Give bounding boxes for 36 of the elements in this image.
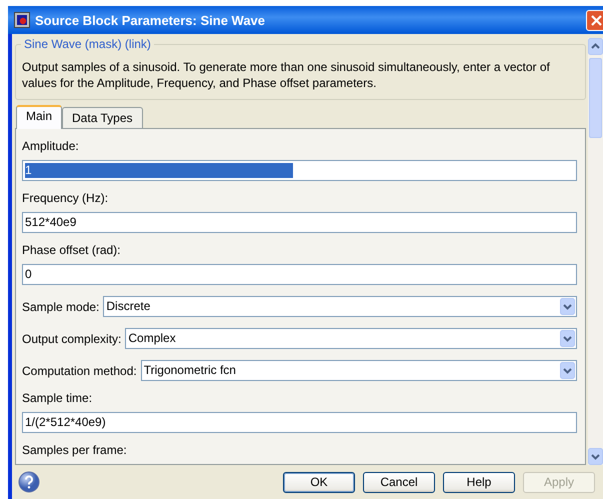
input-field[interactable]: 1 [22, 160, 577, 181]
field-label: Frequency (Hz): [22, 191, 110, 205]
selected-text: 1 [25, 163, 293, 178]
scroll-thumb[interactable] [589, 58, 602, 138]
field-label: Sample time: [22, 391, 94, 405]
field-label: Amplitude: [22, 139, 80, 153]
input-field[interactable]: 0 [22, 264, 577, 285]
dropdown-value: Trigonometric fcn [144, 363, 237, 378]
scroll-up-icon[interactable] [588, 38, 603, 55]
dialog-button[interactable]: Cancel [363, 472, 435, 492]
dropdown[interactable]: Discrete [103, 296, 577, 317]
dropdown[interactable]: Trigonometric fcn [140, 360, 577, 381]
field-label: Phase offset (rad): [22, 243, 122, 257]
tab[interactable]: Main [16, 105, 62, 129]
input-field[interactable]: 512*40e9 [22, 212, 577, 233]
field-value: 0 [25, 267, 32, 282]
description: Output samples of a sinusoid. To generate more than one sinusoid simultaneously, enter a vector of values for the Amplitude, Frequency, and Phase offset parameters. [22, 59, 551, 91]
dialog-button[interactable]: Help [443, 472, 515, 492]
dialog-button[interactable]: OK [283, 472, 355, 492]
field-value: 1/(2*512*40e9) [25, 415, 106, 430]
tab[interactable]: Data Types [62, 107, 142, 128]
field-label: Output complexity: [22, 332, 122, 346]
dropdown[interactable]: Complex [125, 328, 577, 349]
field-label: Computation method: [22, 364, 137, 378]
scroll-bar[interactable] [588, 38, 603, 465]
dropdown-value: Discrete [106, 299, 152, 314]
field-label: Samples per frame: [22, 443, 128, 457]
window-title: Source Block Parameters: Sine Wave [35, 12, 266, 28]
dropdown-value: Complex [128, 331, 177, 346]
block-icon [14, 12, 30, 28]
group-title: Sine Wave (mask) (link) [21, 37, 154, 51]
scroll-down-icon[interactable] [588, 448, 603, 465]
field-label: Sample mode: [22, 300, 100, 314]
input-field[interactable]: 1/(2*512*40e9) [22, 412, 577, 433]
help-icon[interactable] [18, 471, 40, 493]
field-value: 512*40e9 [25, 215, 76, 230]
